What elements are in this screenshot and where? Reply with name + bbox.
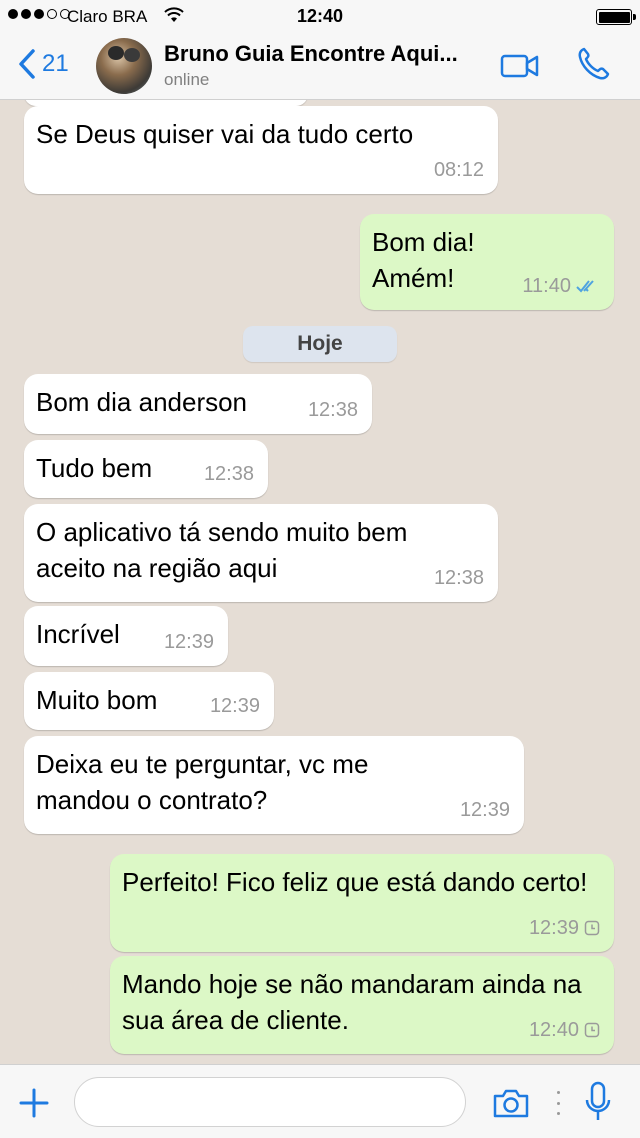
chat-messages[interactable]: Se Deus quiser vai da tudo certo 08:12 B… <box>0 100 640 1064</box>
clock-icon <box>584 1022 600 1038</box>
clock-icon <box>584 920 600 936</box>
message-time: 11:40 <box>522 275 571 297</box>
message-time: 12:38 <box>307 399 358 421</box>
battery-icon <box>596 9 636 25</box>
message-input[interactable] <box>74 1077 466 1127</box>
message-time: 12:38 <box>433 567 484 589</box>
camera-icon[interactable] <box>492 1087 530 1119</box>
contact-name[interactable]: Bruno Guia Encontre Aqui... <box>164 41 484 67</box>
status-bar: Claro BRA 12:40 <box>0 0 640 34</box>
back-button[interactable]: 21 <box>16 48 69 80</box>
chat-header: 21 Bruno Guia Encontre Aqui... online <box>0 34 640 100</box>
message-bubble[interactable]: Tudo bem 12:38 <box>24 440 268 498</box>
double-check-icon <box>576 280 594 293</box>
message-time: 12:40 <box>528 1019 579 1041</box>
message-bubble[interactable]: Deixa eu te perguntar, vc me mandou o co… <box>24 736 524 834</box>
unread-count: 21 <box>42 50 69 77</box>
message-time: 12:39 <box>528 917 579 939</box>
message-text: Perfeito! Fico feliz que está dando cert… <box>122 867 588 897</box>
clock-time: 12:40 <box>296 6 344 26</box>
contact-status: online <box>164 70 210 89</box>
message-time: 12:39 <box>163 631 214 653</box>
message-bubble[interactable]: Muito bom 12:39 <box>24 672 274 730</box>
separator-dots <box>556 1091 560 1115</box>
message-bubble[interactable]: Mando hoje se não mandaram ainda na sua … <box>110 956 614 1054</box>
message-bubble[interactable]: Perfeito! Fico feliz que está dando cert… <box>110 854 614 952</box>
plus-icon[interactable] <box>18 1087 50 1119</box>
message-time: 12:39 <box>209 695 260 717</box>
message-time: 12:38 <box>203 463 254 485</box>
message-time: 12:39 <box>459 799 510 821</box>
message-bubble[interactable]: Bom dia! Amém! 11:40 <box>360 214 614 310</box>
message-bubble[interactable]: O aplicativo tá sendo muito bem aceito n… <box>24 504 498 602</box>
message-input-bar <box>0 1064 640 1138</box>
microphone-icon[interactable] <box>584 1081 612 1123</box>
message-text: O aplicativo tá sendo muito bem aceito n… <box>36 517 408 583</box>
date-separator: Hoje <box>243 326 397 362</box>
back-chevron-icon <box>19 49 35 79</box>
message-text: Deixa eu te perguntar, vc me mandou o co… <box>36 749 369 815</box>
message-bubble[interactable]: Bom dia anderson 12:38 <box>24 374 372 434</box>
contact-avatar[interactable] <box>96 38 152 94</box>
message-bubble[interactable]: Incrível 12:39 <box>24 606 228 666</box>
video-call-icon[interactable] <box>500 52 540 80</box>
phone-icon[interactable] <box>576 46 610 82</box>
message-time: 08:12 <box>433 159 484 181</box>
message-text: Se Deus quiser vai da tudo certo <box>36 119 414 149</box>
message-bubble[interactable]: Se Deus quiser vai da tudo certo 08:12 <box>24 106 498 194</box>
